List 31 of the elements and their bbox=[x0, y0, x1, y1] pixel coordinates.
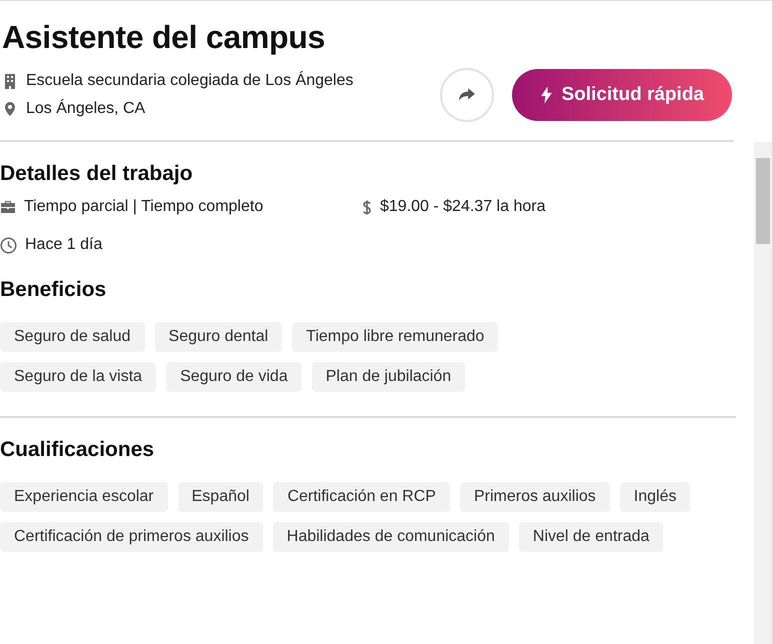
benefit-tag: Plan de jubilación bbox=[312, 362, 466, 392]
qualification-tag: Experiencia escolar bbox=[0, 482, 168, 512]
benefit-tag: Seguro de vida bbox=[166, 362, 302, 392]
scrollbar[interactable] bbox=[754, 142, 772, 644]
job-schedule: Tiempo parcial | Tiempo completo bbox=[24, 198, 264, 216]
quick-apply-button[interactable]: Solicitud rápida bbox=[512, 69, 732, 121]
qualification-tag: Inglés bbox=[620, 482, 690, 512]
qualification-tag: Certificación en RCP bbox=[273, 482, 450, 512]
job-location: Los Ángeles, CA bbox=[26, 100, 146, 118]
qualification-tag: Certificación de primeros auxilios bbox=[0, 522, 263, 552]
clock-icon bbox=[0, 236, 17, 254]
section-heading: Detalles del trabajo bbox=[0, 162, 194, 186]
section-heading: Beneficios bbox=[0, 278, 108, 302]
qualification-tag: Habilidades de comunicación bbox=[272, 522, 509, 552]
section-heading: Cualificaciones bbox=[0, 438, 156, 462]
briefcase-icon bbox=[0, 199, 16, 215]
benefit-tag: Seguro dental bbox=[154, 322, 282, 352]
benefit-tag: Seguro de la vista bbox=[0, 362, 156, 392]
dollar-icon bbox=[362, 198, 372, 216]
job-title: Asistente del campus bbox=[2, 19, 326, 56]
employer-name: Escuela secundaria colegiada de Los Ángeles bbox=[26, 72, 354, 90]
location-pin-icon bbox=[2, 101, 18, 117]
pay-range: $19.00 - $24.37 la hora bbox=[380, 198, 546, 216]
posted-time: Hace 1 día bbox=[25, 236, 102, 254]
qualification-tag: Nivel de entrada bbox=[518, 522, 664, 552]
lightning-icon bbox=[540, 86, 554, 104]
benefit-tag: Seguro de salud bbox=[0, 322, 145, 352]
building-icon bbox=[2, 73, 18, 89]
qualification-tag: Español bbox=[178, 482, 264, 512]
qualification-tag: Primeros auxilios bbox=[460, 482, 610, 512]
benefit-tag: Tiempo libre remunerado bbox=[292, 322, 498, 352]
